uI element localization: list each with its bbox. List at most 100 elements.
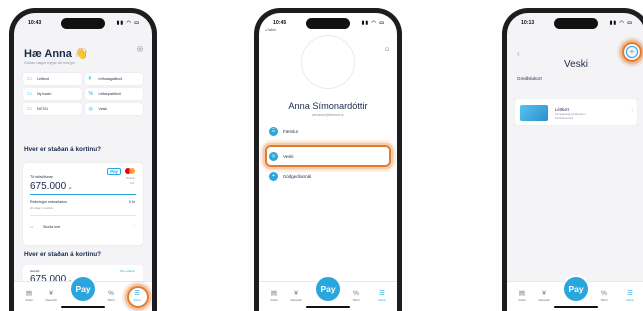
menu-item-wallet[interactable]: ◎ Veski [269,150,387,162]
home-indicator [61,306,105,308]
usage-value: 0 kr. [129,181,135,185]
tab-status[interactable]: ▤ Staða [22,290,36,302]
profile-name: Anna Símonardóttir [288,101,368,111]
tab-more[interactable]: ☰ Meira [623,290,637,302]
status-icon: ▤ [270,290,278,297]
wallet-card-row[interactable]: Léttkort Sveigjanlegt greiðslukort frá M… [515,99,637,125]
tile-label: Léttkort [37,77,49,81]
home-indicator [306,306,350,308]
available-amount: 675.000 kr. [30,181,72,192]
tab-label: Staða [270,298,278,302]
view-card-link[interactable]: Skoða kort [43,225,60,229]
wallet-icon: ◎ [88,106,93,112]
tap-highlight-ring [127,286,149,308]
pay-logo: Pay [107,168,121,175]
percent-icon: % [88,91,93,97]
page-title: Veski [564,59,588,70]
status-time: 10:45 [273,20,287,26]
menu-item-label: Góðgerðarmál [283,173,312,179]
pay-button[interactable]: Pay [316,277,340,301]
tile-label: NXT01 [37,107,49,111]
status-icons: ▮▮ ◠ ▭ [609,20,633,26]
gear-icon[interactable] [136,45,144,53]
greeting-subtitle: Góðan dagur byrjar að morgni [24,61,75,65]
tab-label: Staða [25,298,33,302]
tab-label: Tilboð [352,298,360,302]
card-icon: ▭ [27,106,32,112]
status-time: 10:43 [28,20,42,26]
pay-button[interactable]: Pay [564,277,588,301]
gift-icon: ✦ [269,171,278,181]
tab-more[interactable]: ☰ Meira [375,290,389,302]
phone-wallet: 10:13 ▮▮ ◠ ▭ ‹ Veski + Greiðslukort Létt… [502,8,643,311]
status-time: 10:13 [521,20,535,26]
greeting: Hæ Anna 👋 [24,48,89,60]
card-icon: ▭ [27,91,32,97]
tile-label: Veski [98,107,108,111]
menu-item-transactions[interactable]: ☰ Færslur [269,125,387,137]
camera-icon[interactable]: ◘ [385,47,389,53]
wallet-screen: 10:13 ▮▮ ◠ ▭ ‹ Veski + Greiðslukort Létt… [507,13,643,311]
mastercard-icon [125,168,135,174]
shortcut-grid: ▭ Léttkort ¥ Þrifudagstilboð ▭ Ný bodm % Lét… [23,73,143,115]
tab-label: Staða [518,298,526,302]
pay-lettkort-logo: Pay Léttkort [120,269,135,273]
person-icon: ☰ [269,126,278,136]
wallet-icon: ◎ [269,151,278,161]
tab-menu[interactable]: ¥ Matseðill [44,290,58,302]
status-bar: 10:45 ◂ Safari ▮▮ ◠ ▭ [259,19,397,32]
tile-new[interactable]: ▭ Ný bodm [23,88,82,100]
more-screen: 10:45 ◂ Safari ▮▮ ◠ ▭ ◘ Anna Símonardótt… [259,13,397,311]
amount-currency: kr. [68,186,73,190]
tile-label: Þrifudagstilboð [98,77,123,81]
card-icon: ▭ [27,76,32,82]
tab-offers[interactable]: % Tilboð [104,290,118,302]
balance-card[interactable]: Pay Til ráðstöfunar Notkun 0 kr. 675.000… [23,163,143,245]
status-icons: ▮▮ ◠ ▭ [116,20,140,26]
tile-label: Ný bodm [37,92,52,96]
back-button[interactable]: ‹ [517,49,520,58]
pay-button[interactable]: Pay [71,277,95,301]
available-label: Til ráðstöfunar [30,175,53,179]
card-issuer: frá Mastercard [555,115,574,120]
usage-label: Notkun [126,176,135,180]
fork-knife-icon: ¥ [88,76,92,82]
status-bar: 10:43 ▮▮ ◠ ▭ [14,19,152,29]
tile-label: Léttaupstilboð [98,92,121,96]
tab-label: Meira [626,298,634,302]
tutorial-canvas: 10:43 ▮▮ ◠ ▭ Hæ Anna 👋 Góðan dagur byrja… [0,0,643,311]
tab-status[interactable]: ▤ Staða [515,290,529,302]
home-indicator [554,306,598,308]
billing-value: 0 kr [129,200,135,204]
tile-lettkort[interactable]: ▭ Léttkort [23,73,82,85]
section-title: Greiðslukort [517,76,542,81]
tile-wallet[interactable]: ◎ Veski [84,103,143,115]
tab-offers[interactable]: % Tilboð [349,290,363,302]
tab-menu[interactable]: ¥ Matseðill [289,290,303,302]
divider [30,215,136,216]
tab-status[interactable]: ▤ Staða [267,290,281,302]
tile-offers-thursday[interactable]: ¥ Þrifudagstilboð [84,73,143,85]
status-icon: ▤ [25,290,33,297]
menu-item-label: Veski [283,153,294,159]
menu-item-charity[interactable]: ✦ Góðgerðarmál [269,170,387,182]
percent-icon: % [108,290,114,297]
menu-icon: ☰ [379,290,385,297]
percent-icon: % [353,290,359,297]
status-icon: ▤ [518,290,526,297]
section-title: Hver er staðan á kortinu? [24,146,102,153]
chevron-right-icon: › [133,224,135,228]
percent-icon: % [601,290,607,297]
avatar [301,35,355,89]
tab-offers[interactable]: % Tilboð [597,290,611,302]
tile-nxt[interactable]: ▭ NXT01 [23,103,82,115]
tap-highlight-ring [622,42,642,62]
tile-offers[interactable]: % Léttaupstilboð [84,88,143,100]
menu-item-label: Færslur [283,128,299,134]
fork-knife-icon: ¥ [49,290,53,297]
profile-email: annasim@simnet.is [312,113,344,117]
home-screen: 10:43 ▮▮ ◠ ▭ Hæ Anna 👋 Góðan dagur byrja… [14,13,152,311]
back-to-safari[interactable]: ◂ Safari [265,28,276,32]
progress-line [30,194,136,195]
tab-menu[interactable]: ¥ Matseðill [537,290,551,302]
